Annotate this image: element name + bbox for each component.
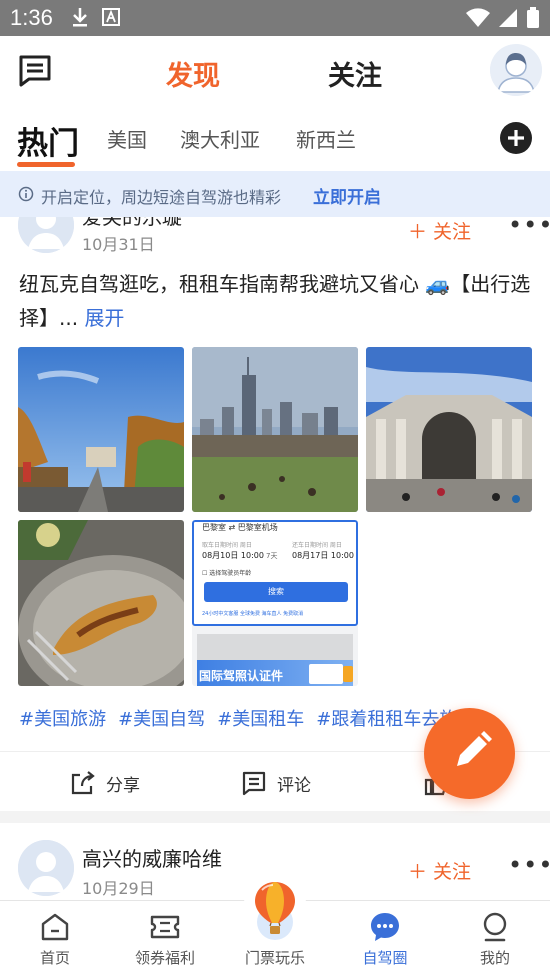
expand-link[interactable]: 展开 — [84, 306, 124, 330]
post-photo[interactable] — [366, 347, 532, 512]
follow-label: 关注 — [433, 861, 472, 883]
wifi-icon — [466, 8, 490, 27]
status-bar: 1:36 — [0, 0, 550, 36]
status-time: 1:36 — [10, 5, 53, 30]
follow-button[interactable]: ＋ 关注 — [408, 857, 471, 884]
pickup-label: 取车日期时间 周日 — [202, 542, 252, 549]
hashtag[interactable]: #美国自驾 — [118, 709, 205, 730]
post-date: 10月29日 — [82, 879, 155, 898]
comment-button[interactable]: 评论 — [241, 770, 311, 796]
post-photo[interactable] — [18, 347, 184, 512]
hashtag[interactable]: #美国租车 — [217, 709, 304, 730]
street-photo-image — [18, 347, 184, 512]
tab-follow[interactable]: 关注 — [328, 54, 382, 93]
font-icon — [102, 8, 120, 26]
museum-photo-image — [366, 347, 532, 512]
author-avatar[interactable] — [18, 217, 74, 253]
share-icon — [71, 771, 95, 795]
category-hot[interactable]: 热门 — [17, 118, 79, 163]
add-category-button[interactable] — [500, 122, 532, 154]
hashtag[interactable]: #美国旅游 — [19, 709, 106, 730]
balloon-icon[interactable] — [242, 876, 308, 942]
user-avatar[interactable] — [490, 44, 542, 96]
hashtag-list: #美国旅游 #美国自驾 #美国租车 #跟着租租车去旅游 — [19, 705, 487, 731]
post-date: 10月31日 — [82, 235, 155, 254]
more-options-button[interactable]: ••• — [508, 851, 550, 879]
search-button: 搜索 — [204, 582, 348, 602]
home-icon — [41, 913, 69, 941]
category-new-zealand[interactable]: 新西兰 — [296, 124, 356, 153]
location-banner: 开启定位，周边短途自驾游也精彩 立即开启 — [0, 171, 550, 217]
signal-icon — [499, 9, 517, 27]
comment-icon — [242, 771, 266, 796]
chat-bubble-icon — [371, 913, 399, 941]
nav-label: 首页 — [39, 949, 70, 967]
license-banner: 国际驾照认证件 — [197, 634, 353, 686]
top-header: 发现 关注 — [0, 36, 550, 106]
nav-label: 自驾圈 — [362, 949, 408, 967]
plus-icon — [508, 130, 524, 146]
default-avatar-icon — [18, 840, 74, 896]
category-usa[interactable]: 美国 — [107, 124, 147, 153]
post-photo[interactable] — [18, 520, 184, 686]
download-icon — [73, 8, 87, 27]
service-footer: 24小时中文客服 全球免费 海车直人 免费取消 — [202, 611, 304, 617]
location-from: 巴黎室 — [202, 523, 226, 532]
nav-coupons[interactable]: 领券福利 — [110, 901, 220, 979]
return-value: 08月17日 10:00 — [292, 551, 354, 560]
info-icon — [18, 186, 34, 202]
share-label: 分享 — [106, 775, 140, 796]
battery-icon — [527, 7, 539, 28]
more-options-button[interactable]: ••• — [508, 217, 550, 239]
tab-discover[interactable]: 发现 — [166, 54, 220, 93]
enable-location-link[interactable]: 立即开启 — [313, 183, 381, 208]
message-icon[interactable] — [18, 54, 52, 88]
share-button[interactable]: 分享 — [70, 770, 140, 796]
author-avatar[interactable] — [18, 840, 74, 896]
food-photo-image — [18, 520, 184, 686]
pencil-icon — [457, 731, 492, 766]
author-name[interactable]: 爱笑的乐璇 — [82, 217, 182, 230]
pickup-value: 08月10日 10:00 — [202, 551, 264, 560]
post-divider — [0, 811, 550, 823]
author-name[interactable]: 高兴的威廉哈维 — [82, 843, 222, 872]
return-label: 还车日期时间 周日 — [292, 542, 342, 549]
nav-profile[interactable]: 我的 — [440, 901, 550, 979]
nav-selfdrive[interactable]: 自驾圈 — [330, 901, 440, 979]
coupon-icon — [150, 915, 180, 939]
comment-label: 评论 — [277, 775, 311, 796]
post-body: 纽瓦克自驾逛吃，租租车指南帮我避坑又省心 🚙【出行选择】... 展开 — [19, 267, 534, 335]
nav-home[interactable]: 首页 — [0, 901, 110, 979]
location-to: 巴黎室机场 — [237, 523, 278, 532]
profile-icon — [483, 912, 507, 942]
follow-label: 关注 — [433, 221, 472, 243]
skyline-photo-image — [192, 347, 358, 512]
follow-button[interactable]: ＋ 关注 — [408, 217, 471, 244]
category-tabs: 热门 美国 澳大利亚 新西兰 — [0, 106, 550, 170]
post-photo[interactable] — [192, 347, 358, 512]
default-avatar-icon — [18, 217, 74, 253]
nav-label: 我的 — [479, 949, 510, 967]
nav-label: 门票玩乐 — [244, 949, 305, 967]
post-photo[interactable]: 巴黎室 ⇄ 巴黎室机场 取车日期时间 周日 还车日期时间 周日 08月10日 1… — [192, 520, 358, 686]
compose-post-button[interactable] — [424, 708, 515, 799]
age-checkbox: ☐ 选择驾驶员年龄 — [202, 570, 252, 577]
active-tab-underline — [17, 162, 75, 167]
license-text: 国际驾照认证件 — [199, 669, 284, 683]
default-avatar-icon — [490, 44, 542, 96]
nav-label: 领券福利 — [134, 949, 195, 967]
duration-value: 7天 — [266, 552, 278, 560]
category-australia[interactable]: 澳大利亚 — [180, 124, 260, 153]
booking-screenshot: 巴黎室 ⇄ 巴黎室机场 取车日期时间 周日 还车日期时间 周日 08月10日 1… — [192, 520, 358, 626]
banner-text: 开启定位，周边短途自驾游也精彩 — [41, 188, 282, 207]
